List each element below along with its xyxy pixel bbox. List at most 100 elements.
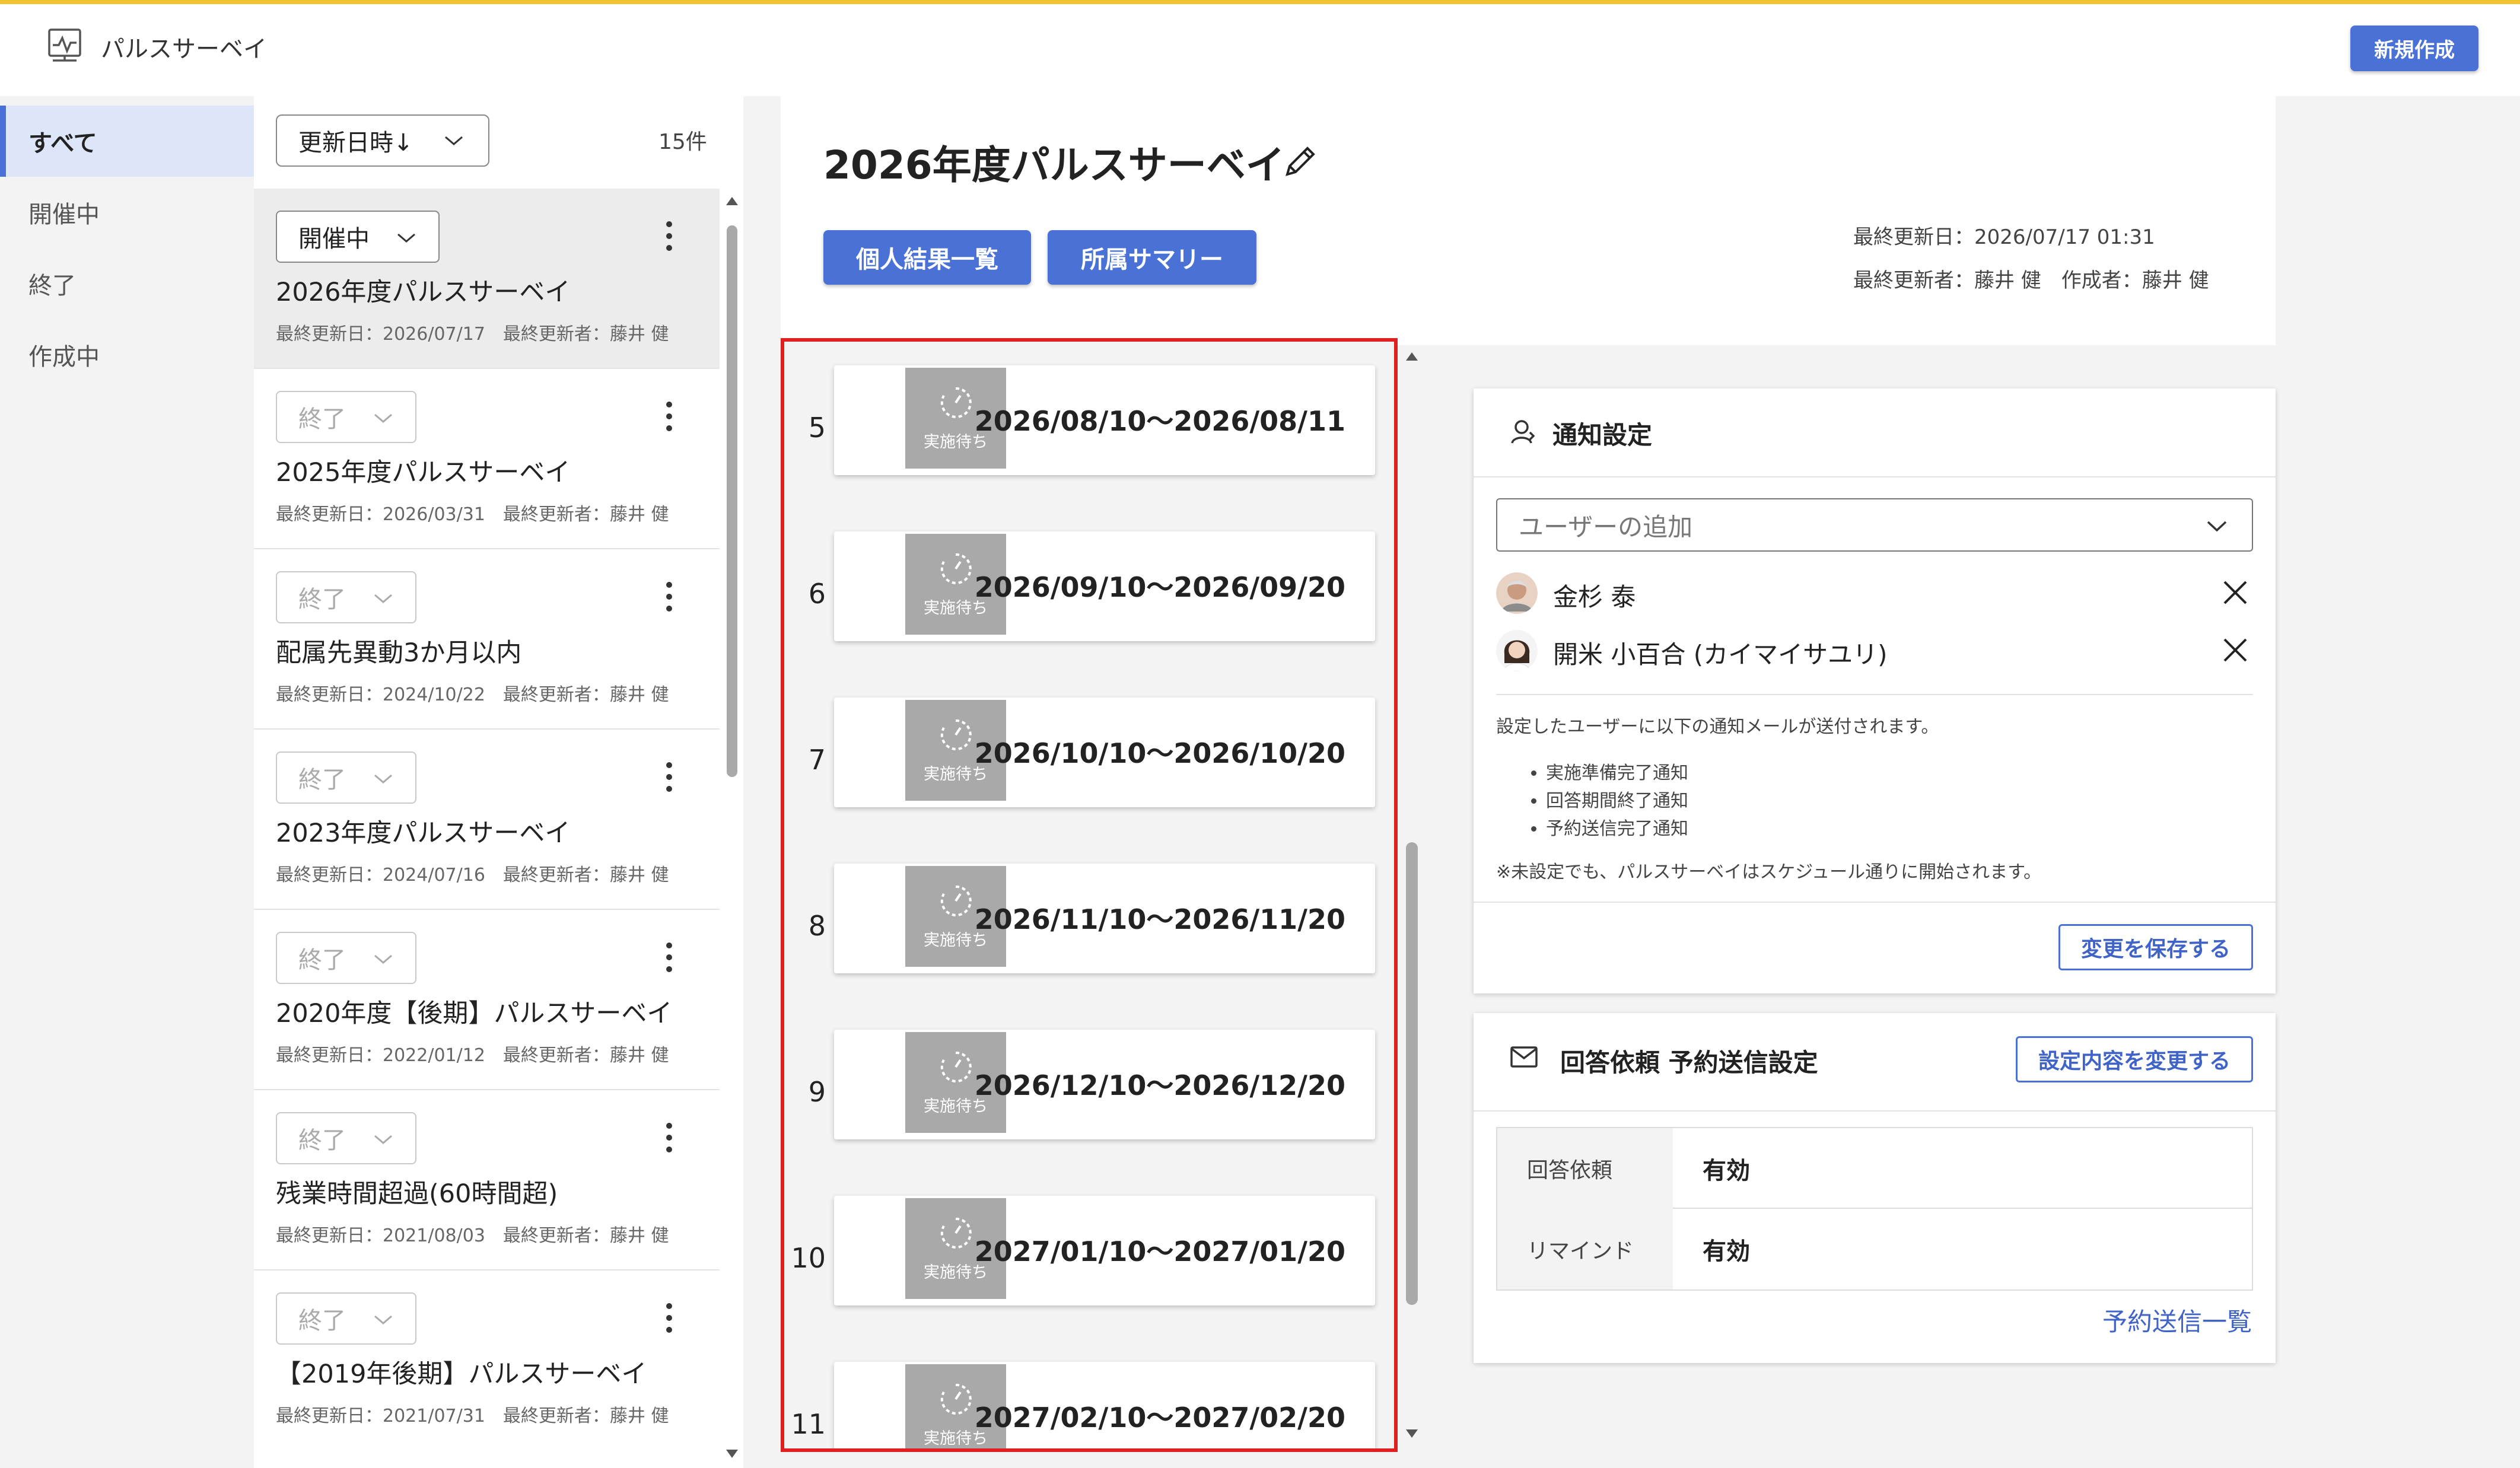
notify-user-name: 金杉 泰: [1553, 582, 1636, 612]
notify-description: 設定したユーザーに以下の通知メールが送付されます。: [1496, 717, 1939, 737]
survey-card[interactable]: 終了 残業時間超過(60時間超) 最終更新日：2021/08/03 最終更新者：…: [254, 1090, 720, 1270]
survey-card[interactable]: 終了 配属先異動3か月以内 最終更新日：2024/10/22 最終更新者：藤井 …: [254, 549, 720, 730]
nav-item-draft[interactable]: 作成中: [0, 319, 254, 390]
schedule-row[interactable]: 6 実施待ち 2026/09/10～2026/09/20: [784, 508, 1394, 674]
user-icon: [1510, 418, 1537, 445]
status-dropdown[interactable]: 終了: [276, 1112, 416, 1164]
schedule-row[interactable]: 8 実施待ち 2026/11/10～2026/11/20: [784, 840, 1394, 1006]
schedule-card[interactable]: 実施待ち 2026/08/10～2026/08/11: [834, 365, 1375, 475]
status-dropdown[interactable]: 終了: [276, 932, 416, 984]
schedule-row[interactable]: 10 実施待ち 2027/01/10～2027/01/20: [784, 1172, 1394, 1338]
timer-icon: [940, 1383, 972, 1415]
schedule-number: 10: [791, 1242, 826, 1274]
more-menu-icon[interactable]: [663, 399, 675, 434]
add-user-dropdown[interactable]: ユーザーの追加: [1496, 498, 2253, 552]
nav-item-active[interactable]: 開催中: [0, 177, 254, 248]
schedule-card[interactable]: 実施待ち 2026/11/10～2026/11/20: [834, 864, 1375, 973]
reserve-settings-table: 回答依頼 有効 リマインド 有効: [1496, 1127, 2253, 1291]
schedule-card[interactable]: 実施待ち 2026/10/10～2026/10/20: [834, 698, 1375, 807]
more-menu-icon[interactable]: [663, 579, 675, 614]
individual-results-button[interactable]: 個人結果一覧: [823, 230, 1031, 285]
department-summary-button[interactable]: 所属サマリー: [1048, 230, 1256, 285]
notify-item: 実施準備完了通知: [1546, 759, 1688, 787]
schedule-row[interactable]: 5 実施待ち 2026/08/10～2026/08/11: [784, 342, 1394, 508]
schedule-range: 2026/12/10～2026/12/20: [974, 1069, 1345, 1101]
divider: [1496, 694, 2253, 695]
survey-title: 2020年度【後期】パルスサーベイ: [276, 999, 673, 1028]
schedule-number: 6: [808, 578, 826, 610]
schedule-row[interactable]: 9 実施待ち 2026/12/10～2026/12/20: [784, 1006, 1394, 1172]
divider: [1474, 902, 2276, 903]
new-survey-button[interactable]: 新規作成: [2350, 26, 2478, 71]
page-title: 2026年度パルスサーベイ: [823, 142, 1285, 188]
last-updated: 最終更新日：2026/07/17 01:31: [1853, 225, 2155, 249]
table-row: 回答依頼 有効: [1497, 1128, 2252, 1209]
more-menu-icon[interactable]: [663, 1300, 675, 1336]
app-title: パルスサーベイ: [101, 36, 267, 63]
schedule-number: 5: [808, 412, 826, 444]
more-menu-icon[interactable]: [663, 218, 675, 254]
status-dropdown[interactable]: 終了: [276, 571, 416, 623]
chevron-down-icon: [396, 231, 417, 245]
status-dropdown[interactable]: 終了: [276, 751, 416, 804]
status-dropdown[interactable]: 終了: [276, 391, 416, 443]
change-settings-button[interactable]: 設定内容を変更する: [2016, 1036, 2253, 1082]
survey-title: 2023年度パルスサーベイ: [276, 819, 571, 848]
save-changes-button[interactable]: 変更を保存する: [2058, 924, 2253, 970]
status-label: 終了: [298, 1127, 346, 1154]
more-menu-icon[interactable]: [663, 759, 675, 795]
survey-card[interactable]: 終了 2023年度パルスサーベイ 最終更新日：2024/07/16 最終更新者：…: [254, 730, 720, 910]
edit-pencil-icon[interactable]: [1281, 142, 1319, 180]
status-dropdown[interactable]: 終了: [276, 1292, 416, 1345]
chevron-down-icon: [373, 1132, 394, 1147]
survey-meta: 最終更新日：2026/07/17 最終更新者：藤井 健: [276, 324, 669, 345]
survey-card[interactable]: 開催中 2026年度パルスサーベイ 最終更新日：2026/07/17 最終更新者…: [254, 189, 720, 369]
nav-item-ended[interactable]: 終了: [0, 248, 254, 319]
timer-icon: [940, 387, 972, 418]
sort-dropdown[interactable]: 更新日時↓: [276, 114, 489, 167]
updater-info: 最終更新者：藤井 健 作成者：藤井 健: [1853, 269, 2209, 292]
more-menu-icon[interactable]: [663, 1120, 675, 1155]
chevron-down-icon: [373, 591, 394, 606]
status-label: 終了: [298, 1307, 346, 1335]
survey-meta: 最終更新日：2021/07/31 最終更新者：藤井 健: [276, 1406, 669, 1426]
schedule-list: 5 実施待ち 2026/08/10～2026/08/11 6 実施待ち 2026…: [781, 338, 1398, 1452]
schedule-card[interactable]: 実施待ち 2027/01/10～2027/01/20: [834, 1196, 1375, 1305]
schedule-number: 7: [808, 744, 826, 776]
timer-icon: [940, 885, 972, 916]
notify-item-list: 実施準備完了通知 回答期間終了通知 予約送信完了通知: [1519, 759, 1688, 843]
status-label: 終了: [298, 947, 346, 974]
reserved-send-list-link[interactable]: 予約送信一覧: [2102, 1302, 2252, 1338]
survey-meta: 最終更新日：2022/01/12 最終更新者：藤井 健: [276, 1045, 669, 1066]
notify-item: 回答期間終了通知: [1546, 787, 1688, 815]
survey-card[interactable]: 終了 2020年度【後期】パルスサーベイ 最終更新日：2022/01/12 最終…: [254, 910, 720, 1090]
survey-card[interactable]: 終了 【2019年後期】パルスサーベイ 最終更新日：2021/07/31 最終更…: [254, 1270, 720, 1451]
schedule-row[interactable]: 7 実施待ち 2026/10/10～2026/10/20: [784, 674, 1394, 840]
schedule-row[interactable]: 11 実施待ち 2027/02/10～2027/02/20: [784, 1338, 1394, 1448]
schedule-range: 2027/02/10～2027/02/20: [974, 1402, 1345, 1434]
status-dropdown[interactable]: 開催中: [276, 211, 440, 263]
reserve-row-label: 回答依頼: [1497, 1128, 1673, 1209]
schedule-card[interactable]: 実施待ち 2026/09/10～2026/09/20: [834, 531, 1375, 641]
schedule-card[interactable]: 実施待ち 2026/12/10～2026/12/20: [834, 1030, 1375, 1139]
status-label: 終了: [298, 586, 346, 613]
notification-settings-card: [1474, 389, 2276, 993]
schedule-range: 2027/01/10～2027/01/20: [974, 1235, 1345, 1268]
sort-label: 更新日時↓: [298, 129, 413, 157]
survey-card[interactable]: 終了 2025年度パルスサーベイ 最終更新日：2026/03/31 最終更新者：…: [254, 369, 720, 549]
schedule-range: 2026/10/10～2026/10/20: [974, 737, 1345, 769]
remove-user-close-icon[interactable]: [2220, 577, 2251, 608]
nav-item-all[interactable]: すべて: [0, 106, 254, 177]
reserve-row-value: 有効: [1703, 1157, 1750, 1184]
schedule-scroll-thumb[interactable]: [1406, 842, 1418, 1305]
schedule-card[interactable]: 実施待ち 2027/02/10～2027/02/20: [834, 1362, 1375, 1448]
chevron-down-icon: [373, 411, 394, 425]
more-menu-icon[interactable]: [663, 940, 675, 975]
list-scroll-thumb[interactable]: [727, 225, 737, 777]
remove-user-close-icon[interactable]: [2220, 635, 2251, 665]
reserve-title: 回答依頼 予約送信設定: [1560, 1048, 1818, 1077]
survey-title: 2026年度パルスサーベイ: [276, 278, 571, 307]
schedule-range: 2026/09/10～2026/09/20: [974, 571, 1345, 603]
notify-note: ※未設定でも、パルスサーベイはスケジュール通りに開始されます。: [1496, 862, 2042, 883]
survey-meta: 最終更新日：2026/03/31 最終更新者：藤井 健: [276, 504, 669, 525]
